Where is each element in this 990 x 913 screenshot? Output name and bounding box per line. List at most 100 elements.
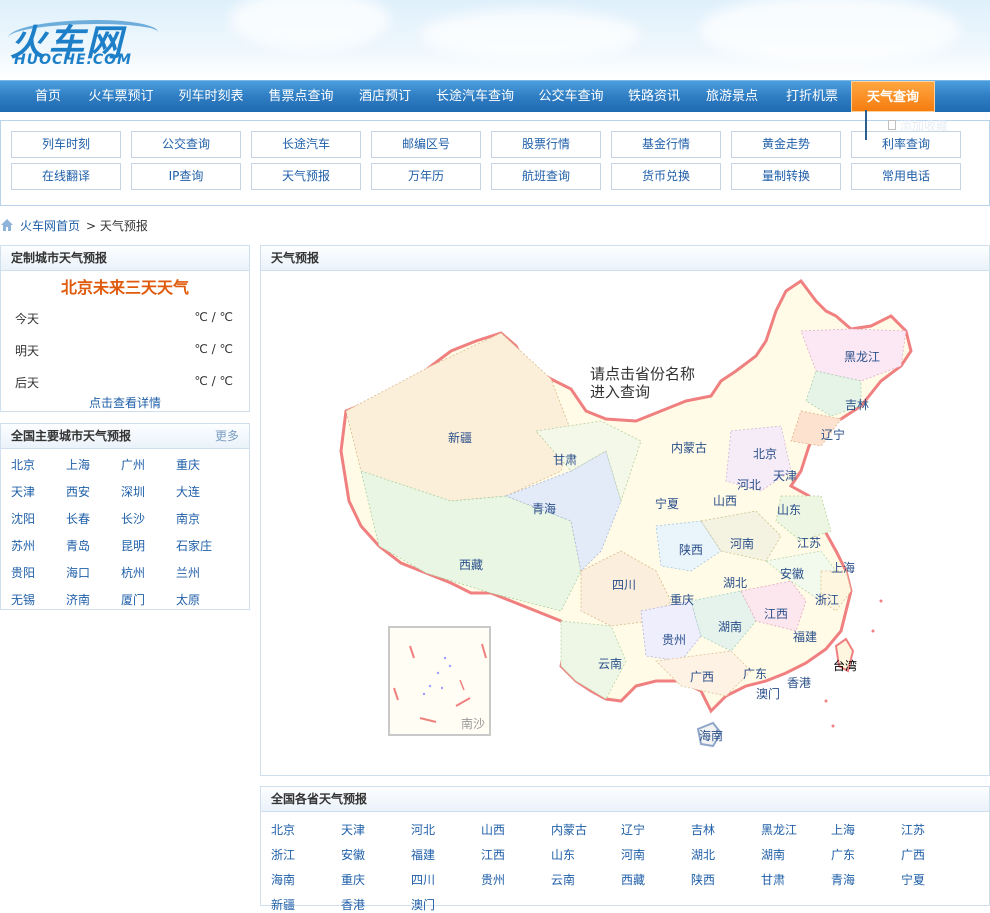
tool-weather[interactable]: 天气预报 — [251, 163, 361, 190]
nav-rail-news[interactable]: 铁路资讯 — [620, 81, 688, 112]
city-link[interactable]: 长春 — [66, 510, 90, 527]
province-link[interactable]: 台湾 — [833, 657, 857, 674]
nav-home[interactable]: 首页 — [18, 81, 78, 112]
city-link[interactable]: 青岛 — [66, 537, 90, 554]
province-link[interactable]: 四川 — [612, 576, 636, 593]
province-link[interactable]: 河南 — [730, 535, 754, 552]
tool-coach[interactable]: 长途汽车 — [251, 131, 361, 158]
province-list-link[interactable]: 山西 — [481, 821, 505, 838]
province-link[interactable]: 甘肃 — [553, 451, 577, 468]
province-list-link[interactable]: 吉林 — [691, 821, 715, 838]
city-link[interactable]: 上海 — [66, 456, 90, 473]
city-link[interactable]: 重庆 — [176, 456, 200, 473]
province-link[interactable]: 陕西 — [679, 541, 703, 558]
city-link[interactable]: 苏州 — [11, 537, 35, 554]
city-link[interactable]: 昆明 — [121, 537, 145, 554]
more-link[interactable]: 更多 — [215, 424, 239, 449]
province-list-link[interactable]: 海南 — [271, 871, 295, 888]
province-list-link[interactable]: 陕西 — [691, 871, 715, 888]
province-link[interactable]: 山东 — [777, 501, 801, 518]
province-link[interactable]: 山西 — [713, 492, 737, 509]
city-link[interactable]: 南京 — [176, 510, 200, 527]
city-link[interactable]: 贵阳 — [11, 564, 35, 581]
city-link[interactable]: 兰州 — [176, 564, 200, 581]
province-list-link[interactable]: 河南 — [621, 846, 645, 863]
province-list-link[interactable]: 河北 — [411, 821, 435, 838]
city-link[interactable]: 沈阳 — [11, 510, 35, 527]
province-link[interactable]: 湖南 — [718, 618, 742, 635]
province-list-link[interactable]: 安徽 — [341, 846, 365, 863]
city-link[interactable]: 海口 — [66, 564, 90, 581]
province-link[interactable]: 香港 — [787, 674, 811, 691]
province-list-link[interactable]: 贵州 — [481, 871, 505, 888]
city-link[interactable]: 厦门 — [121, 591, 145, 608]
breadcrumb-home[interactable]: 火车网首页 — [20, 216, 80, 236]
province-link[interactable]: 贵州 — [662, 631, 686, 648]
tool-fund[interactable]: 基金行情 — [611, 131, 721, 158]
province-link[interactable]: 青海 — [532, 500, 556, 517]
tool-ip[interactable]: IP查询 — [131, 163, 241, 190]
tool-rate[interactable]: 利率查询 — [851, 131, 961, 158]
province-list-link[interactable]: 香港 — [341, 896, 365, 913]
province-list-link[interactable]: 浙江 — [271, 846, 295, 863]
province-list-link[interactable]: 福建 — [411, 846, 435, 863]
province-list-link[interactable]: 北京 — [271, 821, 295, 838]
nav-bus[interactable]: 长途汽车查询 — [430, 81, 520, 112]
province-link[interactable]: 海南 — [699, 727, 723, 744]
province-list-link[interactable]: 天津 — [341, 821, 365, 838]
province-list-link[interactable]: 新疆 — [271, 896, 295, 913]
province-link[interactable]: 重庆 — [670, 591, 694, 608]
province-link[interactable]: 北京 — [753, 445, 777, 462]
province-link[interactable]: 西藏 — [459, 556, 483, 573]
tool-train-time[interactable]: 列车时刻 — [11, 131, 121, 158]
province-link[interactable]: 云南 — [598, 655, 622, 672]
province-link[interactable]: 澳门 — [756, 685, 780, 702]
province-list-link[interactable]: 湖北 — [691, 846, 715, 863]
province-link[interactable]: 黑龙江 — [844, 348, 880, 365]
province-list-link[interactable]: 四川 — [411, 871, 435, 888]
tool-flight[interactable]: 航班查询 — [491, 163, 601, 190]
tool-transit[interactable]: 公交查询 — [131, 131, 241, 158]
nav-train-ticket[interactable]: 火车票预订 — [82, 81, 160, 112]
province-list-link[interactable]: 宁夏 — [901, 871, 925, 888]
province-list-link[interactable]: 黑龙江 — [761, 821, 797, 838]
tool-translate[interactable]: 在线翻译 — [11, 163, 121, 190]
province-link[interactable]: 江西 — [764, 605, 788, 622]
nav-hotel[interactable]: 酒店预订 — [352, 81, 418, 112]
tool-zipcode[interactable]: 邮编区号 — [371, 131, 481, 158]
province-link[interactable]: 吉林 — [845, 396, 869, 413]
province-list-link[interactable]: 西藏 — [621, 871, 645, 888]
tool-stock[interactable]: 股票行情 — [491, 131, 601, 158]
province-link[interactable]: 上海 — [831, 559, 855, 576]
province-list-link[interactable]: 辽宁 — [621, 821, 645, 838]
view-detail-link[interactable]: 点击查看详情 — [1, 394, 249, 411]
nav-ticket-office[interactable]: 售票点查询 — [262, 81, 340, 112]
city-link[interactable]: 石家庄 — [176, 537, 212, 554]
province-link[interactable]: 安徽 — [780, 565, 804, 582]
tool-gold[interactable]: 黄金走势 — [731, 131, 841, 158]
city-link[interactable]: 杭州 — [121, 564, 145, 581]
province-list-link[interactable]: 重庆 — [341, 871, 365, 888]
province-list-link[interactable]: 广西 — [901, 846, 925, 863]
nav-flight[interactable]: 打折机票 — [778, 81, 846, 112]
city-link[interactable]: 大连 — [176, 483, 200, 500]
province-list-link[interactable]: 上海 — [831, 821, 855, 838]
province-link[interactable]: 新疆 — [448, 429, 472, 446]
site-logo[interactable]: 火车网 HUOCHE.COM — [8, 12, 158, 70]
province-link[interactable]: 内蒙古 — [671, 439, 707, 456]
city-link[interactable]: 深圳 — [121, 483, 145, 500]
province-list-link[interactable]: 湖南 — [761, 846, 785, 863]
city-link[interactable]: 太原 — [176, 591, 200, 608]
city-link[interactable]: 西安 — [66, 483, 90, 500]
province-link[interactable]: 湖北 — [723, 574, 747, 591]
city-link[interactable]: 北京 — [11, 456, 35, 473]
nav-timetable[interactable]: 列车时刻表 — [172, 81, 250, 112]
city-link[interactable]: 无锡 — [11, 591, 35, 608]
city-link[interactable]: 济南 — [66, 591, 90, 608]
nav-transit[interactable]: 公交车查询 — [532, 81, 610, 112]
city-link[interactable]: 广州 — [121, 456, 145, 473]
tool-units[interactable]: 量制转换 — [731, 163, 841, 190]
province-link[interactable]: 江苏 — [797, 534, 821, 551]
province-link[interactable]: 天津 — [773, 467, 797, 484]
province-link[interactable]: 浙江 — [815, 591, 839, 608]
